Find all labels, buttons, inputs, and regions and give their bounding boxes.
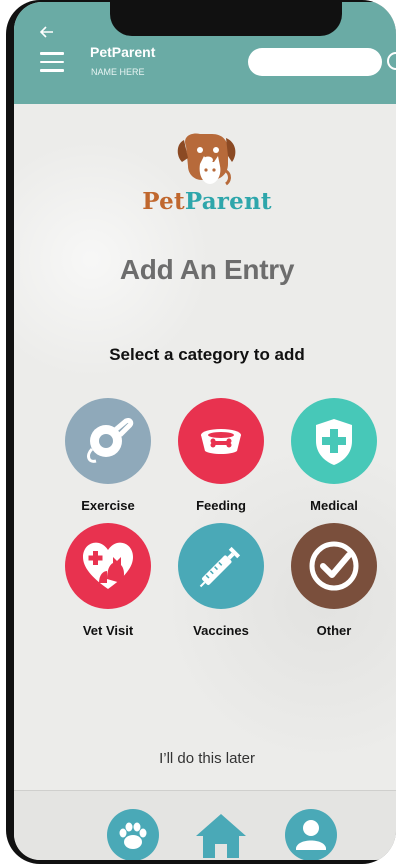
app-screen: PetParent NAME HERE PetParent Add An Ent… [14, 2, 396, 860]
category-exercise[interactable]: Exercise [53, 398, 163, 513]
category-label: Other [316, 623, 352, 638]
category-vet-visit[interactable]: Vet Visit [53, 523, 163, 638]
phone-notch [110, 2, 342, 36]
logo-word-parent: Parent [184, 188, 272, 215]
category-label: Medical [310, 498, 358, 513]
phone-frame: PetParent NAME HERE PetParent Add An Ent… [6, 0, 396, 864]
user-name: NAME HERE [91, 67, 145, 77]
shield-cross-icon[interactable] [291, 398, 377, 484]
paw-icon[interactable] [106, 808, 160, 860]
category-vaccines[interactable]: Vaccines [166, 523, 276, 638]
app-title: PetParent [90, 44, 156, 60]
syringe-icon[interactable] [178, 523, 264, 609]
heart-pets-icon[interactable] [65, 523, 151, 609]
section-subtitle: Select a category to add [109, 345, 305, 364]
leash-icon[interactable] [65, 398, 151, 484]
profile-icon[interactable] [284, 808, 338, 860]
home-icon[interactable] [194, 808, 248, 860]
check-icon[interactable] [291, 523, 377, 609]
petparent-logo-image [14, 130, 396, 193]
category-label: Vaccines [193, 623, 249, 638]
category-other[interactable]: Other [279, 523, 389, 638]
pet-bowl-icon[interactable] [178, 398, 264, 484]
category-feeding[interactable]: Feeding [166, 398, 276, 513]
search-icon[interactable] [385, 50, 396, 76]
back-arrow-icon[interactable] [39, 26, 54, 40]
category-label: Vet Visit [82, 623, 134, 638]
logo-word-pet: Pet [142, 188, 185, 215]
category-label: Feeding [196, 498, 246, 513]
logo-wordmark: PetParent [14, 188, 396, 215]
hamburger-menu-icon[interactable] [40, 52, 64, 72]
page-title: Add An Entry [119, 254, 295, 285]
search-input[interactable] [248, 48, 382, 76]
category-label: Exercise [81, 498, 135, 513]
do-later-link[interactable]: I’ll do this later [14, 750, 396, 767]
category-medical[interactable]: Medical [279, 398, 389, 513]
